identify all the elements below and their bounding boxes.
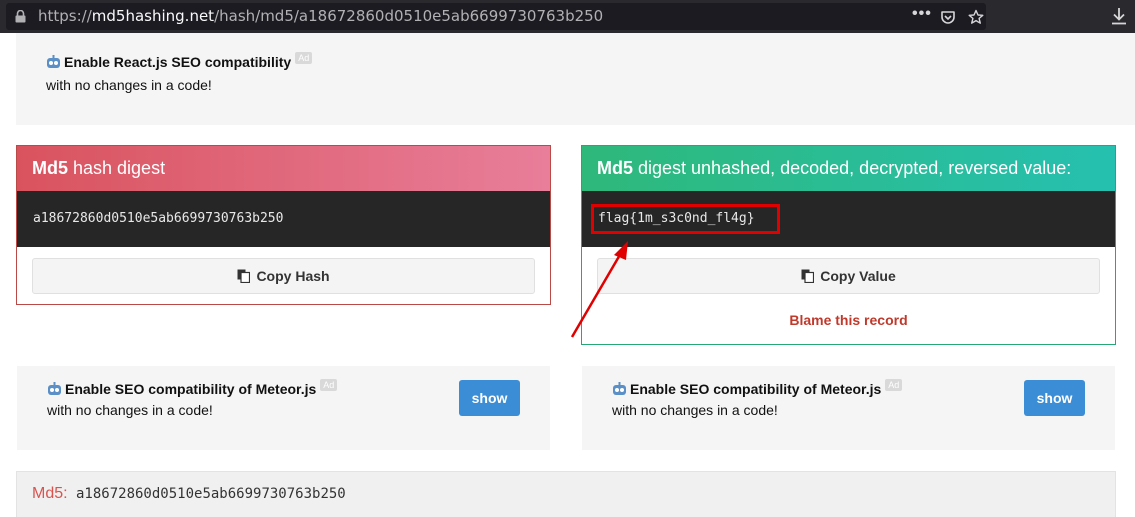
url-text[interactable]: https://md5hashing.net/hash/md5/a1867286… — [38, 7, 603, 26]
ad-title[interactable]: Enable SEO compatibility of Meteor.js — [630, 381, 881, 397]
hash-digest-value[interactable]: a18672860d0510e5ab6699730763b250 — [17, 191, 550, 247]
page-actions-icon[interactable]: ••• — [912, 5, 931, 22]
unhashed-value-header: Md5 digest unhashed, decoded, decrypted,… — [582, 146, 1115, 191]
hash-digest-panel: Md5 hash digest a18672860d0510e5ab669973… — [16, 145, 551, 305]
address-bar[interactable]: https://md5hashing.net/hash/md5/a1867286… — [6, 3, 986, 30]
pocket-icon[interactable] — [940, 9, 956, 25]
copy-hash-button[interactable]: Copy Hash — [32, 258, 535, 294]
hash-digest-header: Md5 hash digest — [17, 146, 550, 191]
unhashed-value-code: flag{1m_s3c0nd_fl4g} — [582, 191, 1115, 247]
url-path: /hash/md5/a18672860d0510e5ab6699730763b2… — [214, 7, 604, 25]
bookmark-star-icon[interactable] — [968, 9, 984, 25]
md5-value[interactable]: a18672860d0510e5ab6699730763b250 — [68, 486, 346, 502]
robot-icon — [48, 382, 61, 395]
ad-badge: Ad — [295, 52, 313, 64]
ad-subtitle: with no changes in a code! — [612, 402, 778, 418]
copy-icon — [237, 269, 251, 283]
copy-value-button[interactable]: Copy Value — [597, 258, 1100, 294]
panel-title-bold: Md5 — [597, 158, 633, 178]
url-prefix: https:// — [38, 7, 92, 25]
robot-icon — [613, 382, 626, 395]
ad-badge: Ad — [885, 379, 903, 391]
ad-title[interactable]: Enable SEO compatibility of Meteor.js — [65, 381, 316, 397]
panel-title-rest: digest unhashed, decoded, decrypted, rev… — [633, 158, 1072, 178]
robot-icon — [47, 55, 60, 68]
page-content: Enable React.js SEO compatibility Ad with… — [0, 33, 1135, 517]
ad-title[interactable]: Enable React.js SEO compatibility — [64, 54, 291, 70]
ad-subtitle: with no changes in a code! — [46, 77, 212, 93]
download-icon[interactable] — [1110, 6, 1128, 26]
browser-toolbar: https://md5hashing.net/hash/md5/a1867286… — [0, 0, 1135, 33]
lock-icon[interactable] — [15, 10, 26, 23]
show-button[interactable]: show — [459, 380, 520, 416]
copy-hash-label: Copy Hash — [256, 268, 330, 284]
ad-badge: Ad — [320, 379, 338, 391]
panel-title-bold: Md5 — [32, 158, 68, 178]
ad-meteor-seo-right: Enable SEO compatibility of Meteor.js Ad … — [582, 366, 1115, 450]
ad-react-seo: Enable React.js SEO compatibility Ad with… — [16, 33, 1135, 125]
copy-value-label: Copy Value — [820, 268, 896, 284]
unhashed-value-panel: Md5 digest unhashed, decoded, decrypted,… — [581, 145, 1116, 345]
ad-subtitle: with no changes in a code! — [47, 402, 213, 418]
blame-record-link[interactable]: Blame this record — [582, 312, 1115, 328]
md5-summary: Md5: a18672860d0510e5ab6699730763b250 — [16, 471, 1116, 517]
url-domain: md5hashing.net — [91, 7, 215, 25]
md5-label: Md5: — [32, 485, 68, 502]
ad-meteor-seo-left: Enable SEO compatibility of Meteor.js Ad … — [17, 366, 550, 450]
annotation-arrow — [570, 241, 628, 338]
panel-title-rest: hash digest — [68, 158, 166, 178]
copy-icon — [801, 269, 815, 283]
show-button[interactable]: show — [1024, 380, 1085, 416]
